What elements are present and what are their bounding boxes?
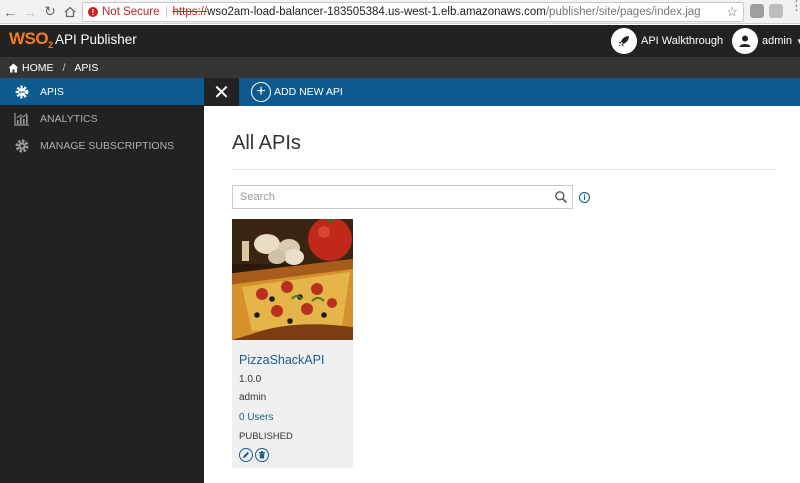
- api-thumbnail[interactable]: [232, 219, 353, 340]
- trash-icon: [259, 451, 265, 459]
- pencil-icon: [243, 452, 249, 458]
- sidebar-item-manage-subscriptions[interactable]: MANAGE SUBSCRIPTIONS: [0, 132, 204, 159]
- browser-toolbar: ← → ↻ ! Not Secure https:// wso2am-load-…: [0, 0, 800, 24]
- back-button[interactable]: ←: [0, 0, 20, 24]
- home-outline-icon: [64, 6, 76, 17]
- wso2-logo: WSO2: [9, 29, 53, 50]
- url-scheme: https://: [172, 6, 208, 18]
- add-new-api-label: ADD NEW API: [274, 86, 343, 98]
- walkthrough-label: API Walkthrough: [641, 35, 724, 47]
- sidebar-item-label: ANALYTICS: [40, 112, 98, 125]
- app-header: WSO2 API Publisher API Walkthrough admin…: [0, 25, 800, 57]
- rocket-icon: [611, 28, 637, 54]
- extension-icon[interactable]: [750, 4, 764, 18]
- url-host: wso2am-load-balancer-183505384.us-west-1…: [207, 6, 546, 18]
- edit-button[interactable]: [239, 448, 253, 462]
- sidebar-item-label: APIS: [40, 85, 64, 98]
- extension-icon[interactable]: [769, 4, 783, 18]
- home-icon: [8, 63, 19, 72]
- breadcrumb-current: APIS: [74, 61, 99, 74]
- user-menu[interactable]: admin ▼: [732, 28, 800, 54]
- main-content: All APIs i PizzaShackAPI 1.0.0: [204, 106, 800, 483]
- back-arrow-icon: ←: [3, 3, 17, 20]
- info-icon[interactable]: i: [579, 192, 590, 203]
- chart-icon: [14, 111, 30, 127]
- sidebar-item-analytics[interactable]: ANALYTICS: [0, 105, 204, 132]
- page-title: All APIs: [232, 132, 301, 154]
- app-title: API Publisher: [55, 32, 137, 47]
- home-button[interactable]: [60, 0, 80, 24]
- api-version: 1.0.0: [239, 374, 262, 385]
- forward-button[interactable]: →: [20, 0, 40, 24]
- main-toolbar: ✕ + ADD NEW API: [204, 78, 800, 106]
- search-input[interactable]: [233, 186, 554, 208]
- api-card-actions: [239, 448, 271, 462]
- username: admin: [762, 35, 792, 47]
- api-owner: admin: [239, 392, 267, 403]
- gear-icon: [14, 138, 30, 154]
- browser-menu-icon[interactable]: ⋮: [790, 0, 800, 12]
- api-users-link[interactable]: 0 Users: [239, 412, 273, 423]
- sidebar-item-label: MANAGE SUBSCRIPTIONS: [40, 139, 175, 152]
- add-new-api-button[interactable]: + ADD NEW API: [251, 82, 343, 102]
- sidebar: API APIS ANALYTICS MANAGE SUBSCRIPTIONS: [0, 78, 204, 483]
- url-divider: [165, 6, 167, 18]
- delete-button[interactable]: [255, 448, 269, 462]
- breadcrumb: HOME / APIS: [0, 57, 800, 78]
- apis-gear-icon: API: [14, 84, 30, 100]
- sidebar-item-apis[interactable]: API APIS: [0, 78, 204, 105]
- api-status: PUBLISHED: [239, 431, 293, 442]
- security-status: Not Secure: [102, 6, 160, 18]
- search-icon[interactable]: [554, 190, 568, 204]
- breadcrumb-home[interactable]: HOME: [22, 62, 54, 74]
- api-name[interactable]: PizzaShackAPI: [239, 353, 324, 367]
- title-divider: [232, 169, 777, 170]
- forward-arrow-icon: →: [23, 3, 37, 20]
- plus-circle-icon: +: [251, 82, 271, 102]
- search-field[interactable]: [232, 185, 573, 209]
- caret-down-icon: ▼: [795, 36, 800, 46]
- user-avatar-icon: [732, 28, 758, 54]
- api-walkthrough-button[interactable]: API Walkthrough: [611, 28, 723, 54]
- reload-button[interactable]: ↻: [40, 0, 60, 24]
- address-bar[interactable]: ! Not Secure https:// wso2am-load-balanc…: [82, 2, 744, 22]
- breadcrumb-separator: /: [62, 61, 66, 74]
- bookmark-star-icon[interactable]: ☆: [726, 4, 738, 20]
- close-sidebar-button[interactable]: ✕: [204, 78, 239, 106]
- close-icon: ✕: [213, 81, 230, 104]
- svg-text:API: API: [19, 89, 26, 94]
- api-card[interactable]: PizzaShackAPI 1.0.0 admin 0 Users PUBLIS…: [232, 219, 353, 468]
- reload-icon: ↻: [44, 3, 56, 19]
- warning-icon: !: [88, 7, 98, 17]
- url-path: /publisher/site/pages/index.jag: [545, 6, 701, 18]
